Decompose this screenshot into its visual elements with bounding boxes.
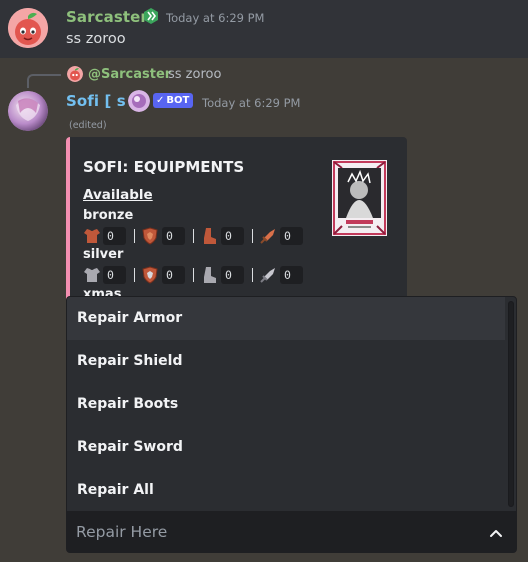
count-bronze-shield: 0 (162, 227, 185, 245)
option-repair-boots[interactable]: Repair Boots (67, 383, 505, 426)
count-silver-sword: 0 (280, 266, 303, 284)
sarcaster-timestamp: Today at 6:29 PM (166, 11, 265, 25)
count-bronze-armor: 0 (103, 227, 126, 245)
shield-icon (141, 227, 159, 249)
sword-icon (259, 266, 277, 288)
message-sarcaster: Sarcaster Today at 6:29 PM ss zoroo (0, 0, 528, 58)
count-silver-boots: 0 (221, 266, 244, 284)
separator (252, 268, 253, 282)
reply-preview-text[interactable]: ss zoroo (168, 67, 221, 82)
bot-tag-label: BOT (166, 95, 190, 106)
chevron-up-icon[interactable] (489, 525, 503, 539)
count-silver-armor: 0 (103, 266, 126, 284)
boots-icon (200, 266, 218, 288)
reply-avatar[interactable] (67, 66, 83, 82)
tier-label-bronze: bronze (83, 208, 134, 223)
boots-icon (200, 227, 218, 249)
repair-select[interactable]: Repair Here (66, 512, 517, 553)
repair-dropdown-menu[interactable]: Repair Armor Repair Shield Repair Boots … (66, 296, 517, 512)
reply-mention[interactable]: @Sarcaster (88, 67, 171, 82)
separator (252, 229, 253, 243)
role-icon (128, 90, 150, 112)
verified-check-icon: ✓ (156, 95, 165, 106)
embed-title: SOFI: EQUIPMENTS (83, 158, 245, 176)
dropdown-scrollbar-thumb[interactable] (509, 302, 513, 506)
sarcaster-username[interactable]: Sarcaster (66, 8, 148, 26)
tier-row-bronze: 0 0 0 0 (83, 226, 313, 246)
sarcaster-message-text: ss zoroo (66, 31, 126, 47)
separator (134, 229, 135, 243)
sofi-avatar[interactable] (8, 91, 48, 131)
armor-icon (83, 227, 101, 249)
sword-icon (259, 227, 277, 249)
hypesquad-icon[interactable] (142, 7, 160, 25)
card-thumbnail[interactable] (332, 160, 387, 236)
option-repair-sword[interactable]: Repair Sword (67, 426, 505, 469)
option-repair-shield[interactable]: Repair Shield (67, 340, 505, 383)
count-bronze-boots: 0 (221, 227, 244, 245)
count-bronze-sword: 0 (280, 227, 303, 245)
sofi-timestamp: Today at 6:29 PM (202, 96, 301, 110)
separator (193, 229, 194, 243)
option-repair-armor[interactable]: Repair Armor (67, 297, 505, 340)
separator (134, 268, 135, 282)
sarcaster-avatar[interactable] (8, 8, 48, 48)
bot-tag: ✓ BOT (153, 93, 194, 108)
count-silver-shield: 0 (162, 266, 185, 284)
option-repair-all[interactable]: Repair All (67, 469, 505, 511)
tier-label-silver: silver (83, 247, 124, 262)
tier-row-silver: 0 0 0 0 (83, 265, 313, 285)
edited-label: (edited) (69, 120, 107, 131)
section-heading-available: Available (83, 187, 153, 203)
separator (193, 268, 194, 282)
reply-connector (27, 74, 61, 88)
armor-icon (83, 266, 101, 288)
select-placeholder: Repair Here (76, 523, 168, 541)
shield-icon (141, 266, 159, 288)
